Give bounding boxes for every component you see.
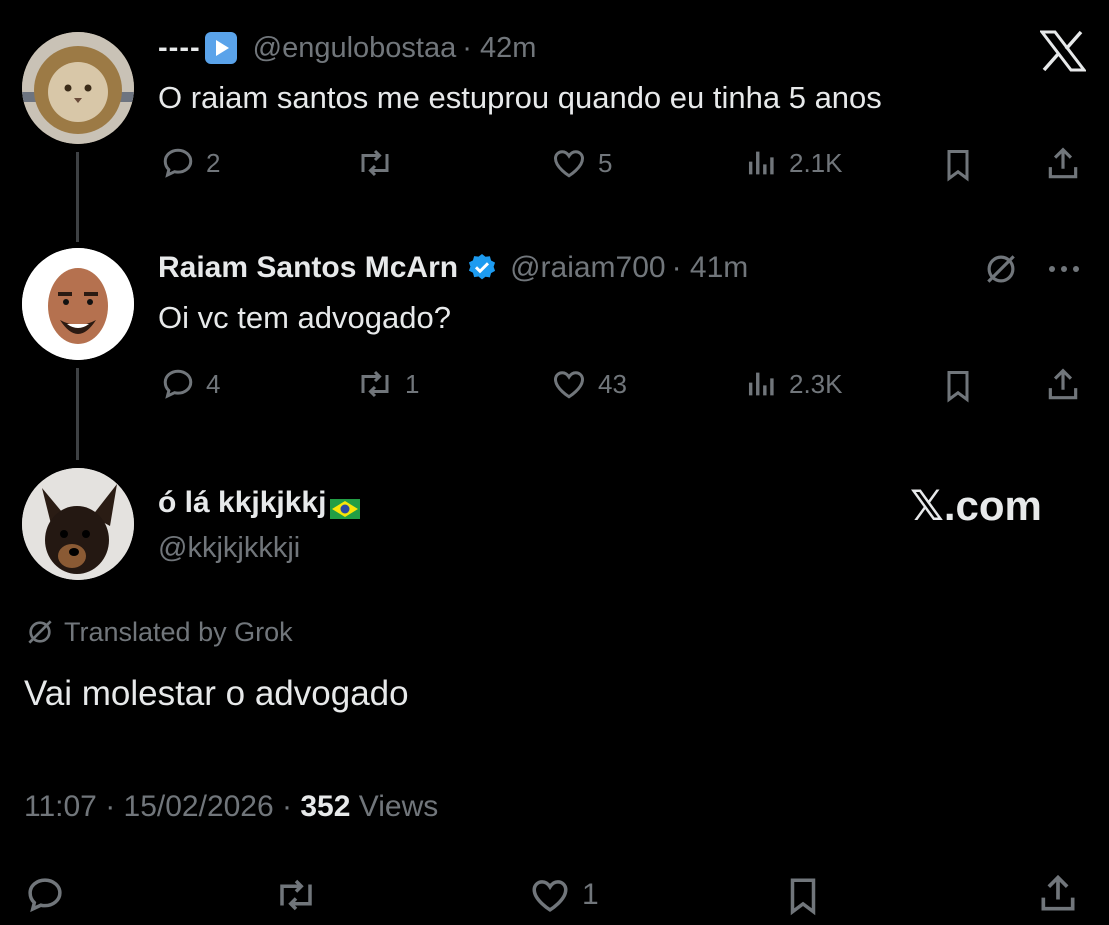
tweet2-reply-button[interactable]: 4 <box>160 366 220 402</box>
tweet2-views-button[interactable]: 2.3K <box>745 366 843 402</box>
avatar-raiam700[interactable] <box>22 248 134 360</box>
tweet2-time[interactable]: · 41m <box>672 251 749 285</box>
tweet2-retweet-count: 1 <box>405 368 420 399</box>
bookmark-icon <box>790 878 816 916</box>
share-icon[interactable] <box>1044 145 1082 188</box>
main-time[interactable]: 11:07 <box>24 790 97 823</box>
views-icon <box>748 372 774 396</box>
lion-cat-avatar-image <box>22 32 134 144</box>
tweet2-retweet-button[interactable]: 1 <box>355 366 419 402</box>
tweet2-display-name[interactable]: Raiam Santos McArn <box>158 251 458 285</box>
avatar-engulobostaa[interactable] <box>22 32 134 144</box>
brazil-flag-icon <box>330 493 361 519</box>
xcom-watermark: 𝕏.com <box>910 482 1042 529</box>
tweet2-header: Raiam Santos McArn @raiam700 · 41m <box>158 248 748 288</box>
reply-icon <box>28 878 62 913</box>
thread-line-2 <box>76 368 79 460</box>
reply-icon <box>163 148 193 178</box>
tweet1-reply-button[interactable]: 2 <box>160 145 220 181</box>
thread-line-1 <box>76 152 79 242</box>
main-share-button[interactable] <box>1036 872 1080 921</box>
cartoon-face-avatar-image <box>22 248 134 360</box>
dog-avatar-image <box>22 468 134 580</box>
like-icon <box>553 371 585 399</box>
retweet-icon <box>361 149 389 177</box>
grok-icon[interactable] <box>982 250 1020 293</box>
tweet1-reply-count: 2 <box>206 147 221 178</box>
share-icon <box>1041 874 1075 911</box>
translated-by-grok[interactable]: Translated by Grok <box>24 616 293 648</box>
bookmark-icon[interactable] <box>940 147 976 188</box>
like-icon <box>532 880 568 912</box>
tweet1-display-name[interactable]: ---- <box>158 32 201 65</box>
tweet2-handle[interactable]: @raiam700 <box>510 251 666 285</box>
main-views-count: 352 <box>300 790 351 823</box>
reply-icon <box>163 369 193 399</box>
translated-label: Translated by Grok <box>64 616 293 647</box>
tweet1-header: ---- @engulobostaa · 42m <box>158 28 536 68</box>
tweet1-views-count: 2.1K <box>789 147 843 178</box>
verified-icon <box>466 252 498 284</box>
retweet-icon <box>280 879 312 911</box>
tweet1-retweet-button[interactable] <box>355 145 405 181</box>
main-like-button[interactable]: 1 <box>528 874 599 916</box>
like-icon <box>553 150 585 178</box>
bookmark-icon[interactable] <box>940 368 976 409</box>
main-retweet-button[interactable] <box>272 874 320 921</box>
tweet2-like-button[interactable]: 43 <box>550 366 627 402</box>
tweet1-like-count: 5 <box>598 147 613 178</box>
tweet1-like-button[interactable]: 5 <box>550 145 612 181</box>
main-views-label: Views <box>358 790 439 823</box>
meta-separator-1: · <box>105 790 124 823</box>
main-meta: 11:07 · 15/02/2026 · 352 Views <box>24 790 438 824</box>
share-icon[interactable] <box>1044 366 1082 409</box>
tweet2-text: Oi vc tem advogado? <box>158 300 451 335</box>
main-display-name[interactable]: ó lá kkjkjkkj <box>158 486 326 520</box>
tweet1-handle[interactable]: @engulobostaa <box>253 32 457 65</box>
grok-icon <box>28 620 52 644</box>
play-emoji-icon <box>204 32 237 64</box>
main-handle[interactable]: @kkjkjkkkji <box>158 532 300 565</box>
tweet2-reply-count: 4 <box>206 368 221 399</box>
main-date[interactable]: 15/02/2026 <box>124 790 274 823</box>
meta-separator-2: · <box>282 790 301 823</box>
main-reply-button[interactable] <box>24 874 66 921</box>
tweet2-views-count: 2.3K <box>789 368 843 399</box>
tweet1-time[interactable]: · 42m <box>462 32 536 65</box>
main-bookmark-button[interactable] <box>782 874 824 923</box>
main-display-name-row: ó lá kkjkjkkj <box>158 486 361 520</box>
tweet2-like-count: 43 <box>598 368 627 399</box>
tweet1-views-button[interactable]: 2.1K <box>745 145 843 181</box>
retweet-icon <box>361 370 389 398</box>
views-icon <box>748 151 774 175</box>
avatar-kkjkjkkkji[interactable] <box>22 468 134 580</box>
x-logo-icon <box>1038 30 1088 72</box>
main-tweet-text: Vai molestar o advogado <box>24 674 409 713</box>
main-like-count: 1 <box>582 878 599 911</box>
tweet1-text: O raiam santos me estuprou quando eu tin… <box>158 80 882 115</box>
more-icon[interactable] <box>1044 254 1084 289</box>
